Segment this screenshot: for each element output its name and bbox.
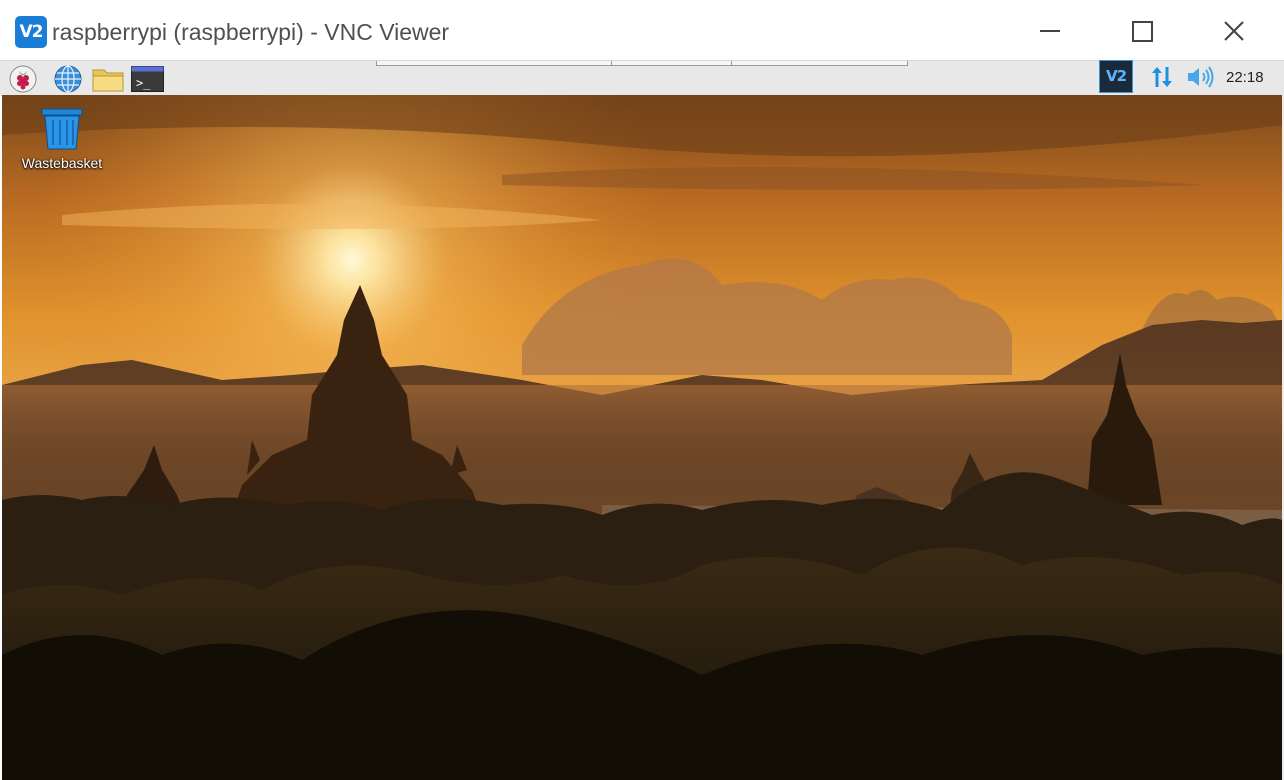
minimize-icon	[1040, 30, 1060, 32]
volume-icon[interactable]	[1186, 65, 1216, 89]
wastebasket-label: Wastebasket	[21, 155, 103, 171]
remote-desktop[interactable]: Wastebasket	[2, 95, 1282, 780]
maximize-icon	[1131, 20, 1153, 42]
window-title: raspberrypi (raspberrypi) - VNC Viewer	[52, 19, 450, 45]
close-icon	[1224, 21, 1244, 41]
file-manager-button[interactable]	[92, 64, 124, 94]
web-browser-button[interactable]	[53, 64, 83, 94]
taskbar-clock[interactable]: 22:18	[1226, 60, 1264, 95]
vnc-viewer-icon: V2	[15, 16, 47, 48]
desktop-icon-wastebasket[interactable]: Wastebasket	[16, 107, 108, 171]
taskbar-window-list	[376, 61, 908, 66]
sunset-over-bagan-temples-wallpaper	[2, 95, 1282, 780]
minimize-button[interactable]	[1027, 8, 1073, 54]
svg-text:>_: >_	[136, 76, 151, 90]
terminal-icon: >_	[130, 66, 164, 92]
file-manager-icon	[92, 69, 124, 92]
vnc-viewer-window: V2 raspberrypi (raspberrypi) - VNC Viewe…	[0, 0, 1284, 780]
vnc-server-icon[interactable]: V2	[1099, 60, 1133, 93]
raspberry-pi-taskbar: >_	[0, 60, 1284, 96]
close-button[interactable]	[1211, 8, 1257, 54]
maximize-button[interactable]	[1119, 8, 1165, 54]
web-browser-icon	[54, 65, 82, 93]
raspberry-pi-menu-icon	[9, 65, 37, 93]
raspberry-pi-menu-button[interactable]	[8, 64, 38, 94]
title-bar[interactable]: V2 raspberrypi (raspberrypi) - VNC Viewe…	[0, 0, 1284, 62]
network-icon[interactable]	[1149, 64, 1175, 90]
terminal-button[interactable]: >_	[130, 64, 164, 94]
wastebasket-icon	[41, 108, 83, 150]
